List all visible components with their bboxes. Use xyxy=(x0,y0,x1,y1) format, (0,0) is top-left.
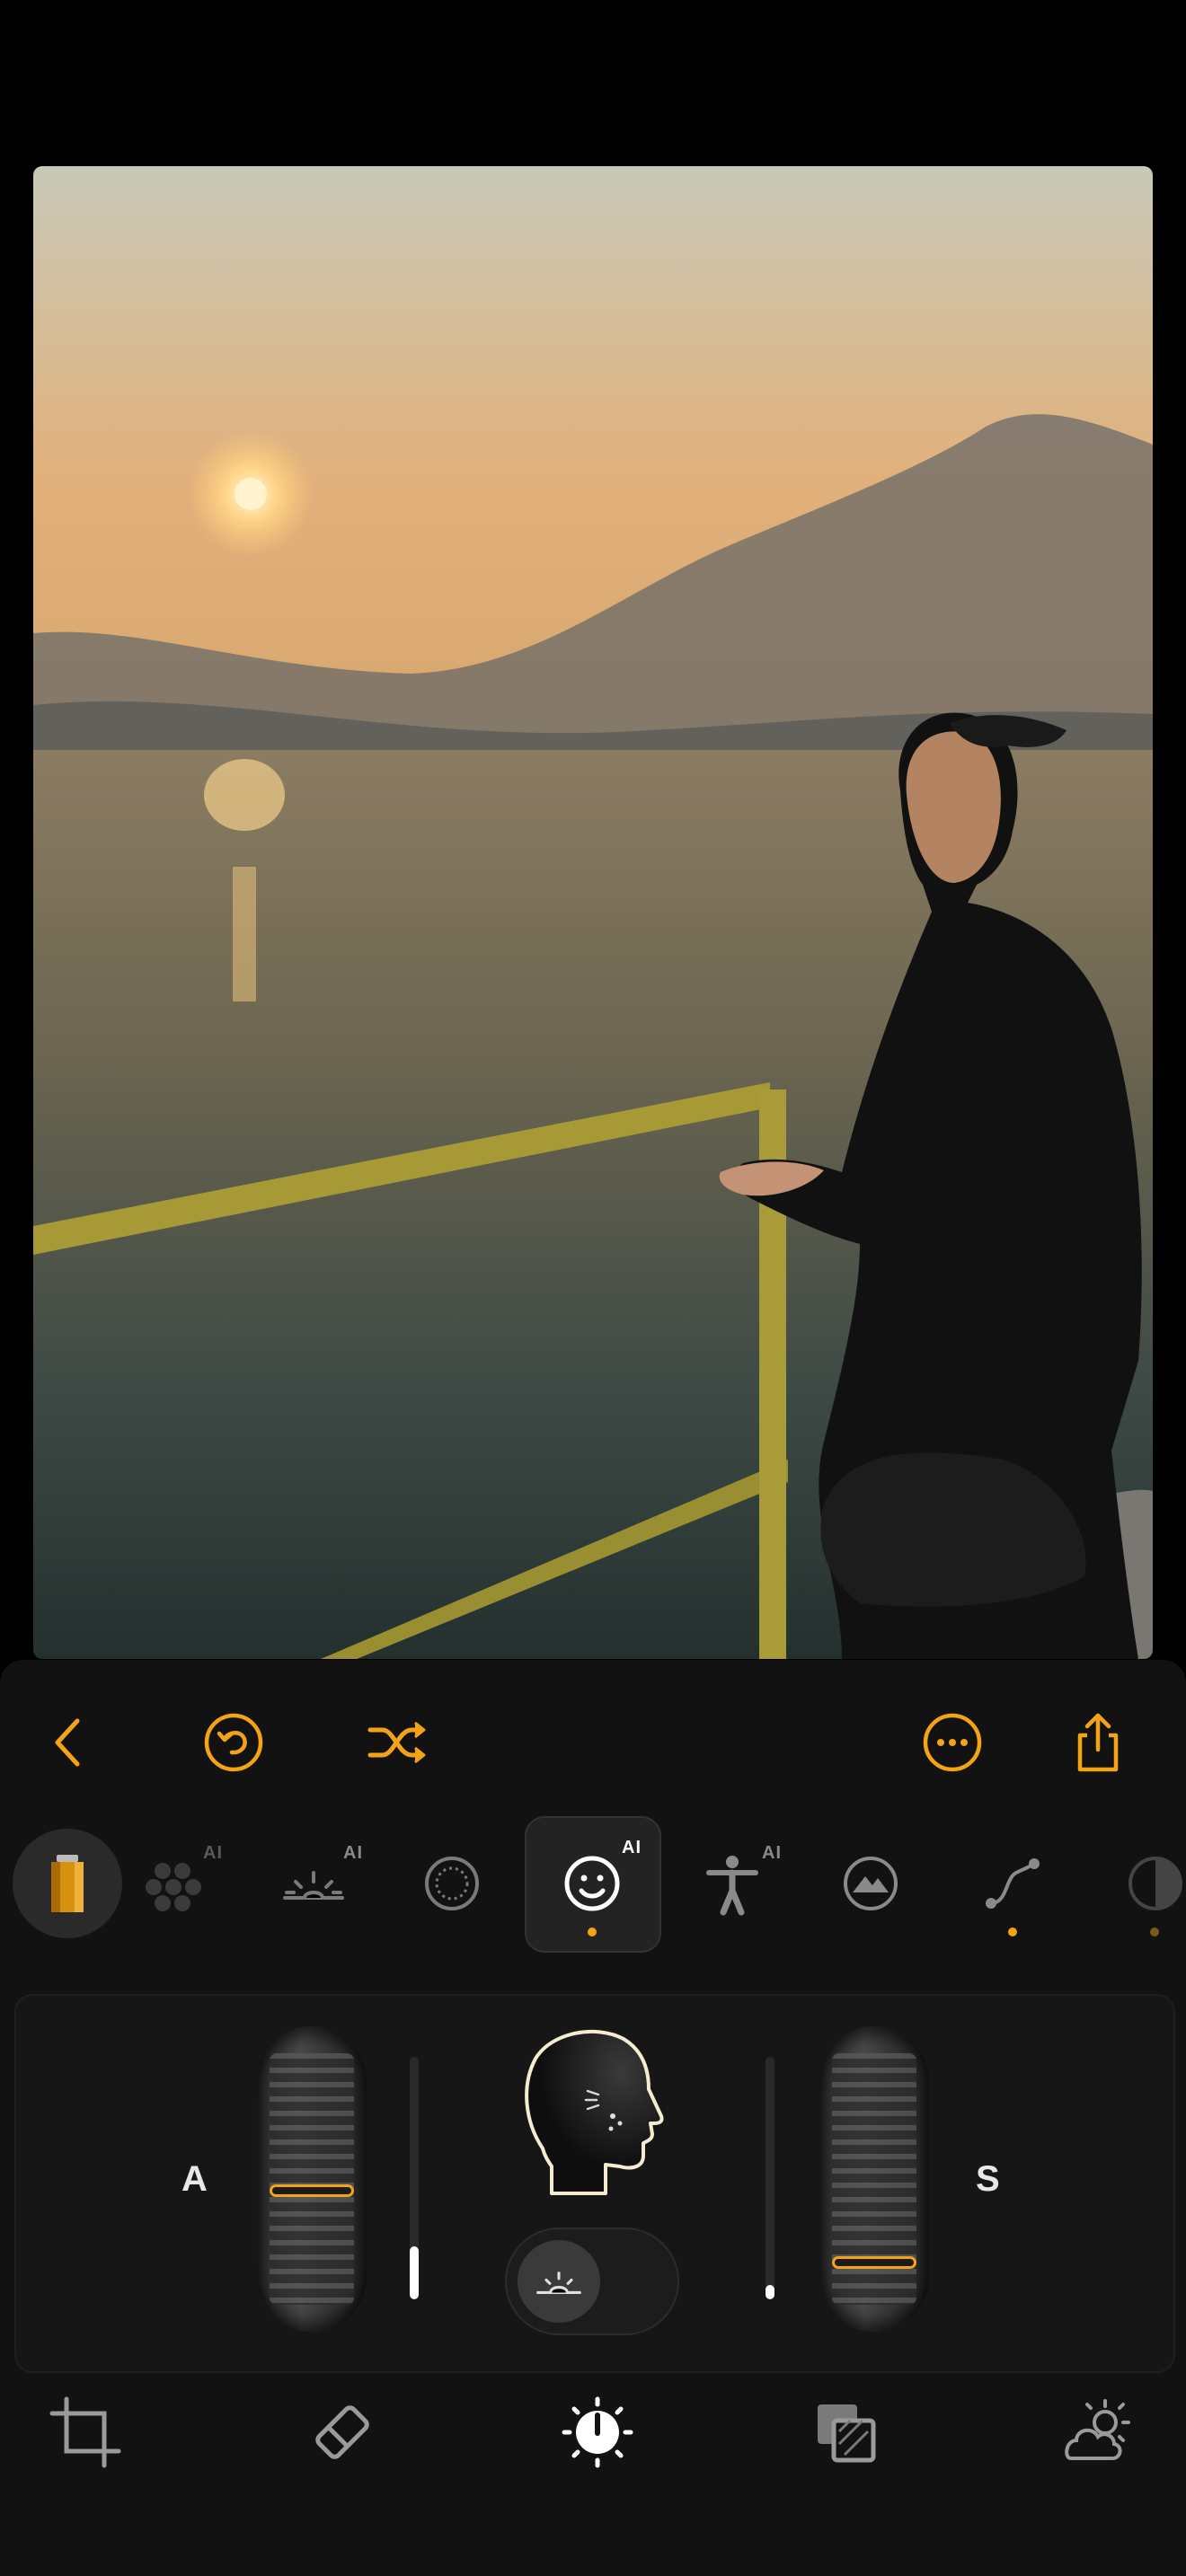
tool-landscape[interactable] xyxy=(803,1816,938,1951)
left-level-meter xyxy=(410,2057,419,2299)
more-button[interactable] xyxy=(909,1699,996,1786)
face-active-dot xyxy=(588,1928,597,1936)
tool-grain[interactable]: AI xyxy=(106,1816,241,1951)
person-icon xyxy=(706,1856,758,1916)
tool-body[interactable]: AI xyxy=(665,1816,800,1951)
layers-icon xyxy=(818,2404,876,2463)
eraser-icon xyxy=(315,2405,369,2459)
right-axis-label: S xyxy=(976,2159,1000,2199)
ellipsis-circle-icon xyxy=(923,1713,982,1772)
chevron-left-icon xyxy=(55,1718,80,1767)
left-adjust-wheel[interactable] xyxy=(257,2026,367,2332)
right-level-meter xyxy=(766,2057,774,2299)
right-wheel-marker xyxy=(832,2256,916,2269)
shuffle-icon xyxy=(367,1721,426,1764)
weather-tab[interactable] xyxy=(1046,2389,1145,2475)
half-circle-icon xyxy=(1128,1857,1182,1910)
undo-icon xyxy=(204,1713,263,1772)
face-head-illustration xyxy=(516,2023,670,2199)
photo-canvas[interactable] xyxy=(33,166,1153,1659)
share-icon xyxy=(1077,1713,1119,1772)
photo-image xyxy=(33,166,1153,1659)
sunrise-icon xyxy=(283,1871,344,1900)
adjust-tab[interactable] xyxy=(548,2389,647,2475)
curve-icon xyxy=(986,1858,1040,1909)
left-wheel-marker xyxy=(270,2184,354,2197)
crop-tab[interactable] xyxy=(36,2389,135,2475)
left-level-fill xyxy=(410,2245,419,2299)
person-ai-tag: AI xyxy=(762,1843,782,1863)
shuffle-button[interactable] xyxy=(354,1699,440,1786)
sunrise-small-icon xyxy=(536,2272,581,2294)
tool-curve[interactable] xyxy=(945,1816,1080,1951)
crop-icon xyxy=(49,2396,121,2468)
right-level-fill xyxy=(766,2284,774,2299)
film-roll-icon xyxy=(51,1855,84,1912)
right-adjust-wheel[interactable] xyxy=(819,2026,929,2332)
auto-light-toggle[interactable] xyxy=(505,2228,679,2335)
grain-icon xyxy=(146,1863,201,1911)
weather-icon xyxy=(1065,2399,1130,2460)
tool-vignette[interactable] xyxy=(385,1816,519,1951)
sunrise-ai-tag: AI xyxy=(343,1843,363,1863)
head-profile-icon xyxy=(525,2029,664,2195)
grain-ai-tag: AI xyxy=(203,1843,223,1863)
landscape-icon xyxy=(844,1857,898,1910)
back-button[interactable] xyxy=(27,1699,113,1786)
layers-tab[interactable] xyxy=(796,2389,895,2475)
face-ai-tag: AI xyxy=(622,1838,642,1857)
tool-face[interactable]: AI xyxy=(525,1816,661,1953)
share-button[interactable] xyxy=(1055,1699,1141,1786)
tool-light[interactable]: AI xyxy=(246,1816,381,1951)
vignette-icon xyxy=(425,1857,479,1910)
toggle-knob xyxy=(518,2240,600,2323)
left-axis-label: A xyxy=(181,2159,208,2199)
face-icon xyxy=(564,1856,620,1911)
undo-button[interactable] xyxy=(190,1699,277,1786)
more-tool-dot xyxy=(1150,1928,1159,1936)
curve-active-dot xyxy=(1008,1928,1017,1936)
adjust-dial-icon xyxy=(562,2396,633,2468)
eraser-tab[interactable] xyxy=(293,2389,392,2475)
tool-more[interactable] xyxy=(1087,1816,1186,1951)
